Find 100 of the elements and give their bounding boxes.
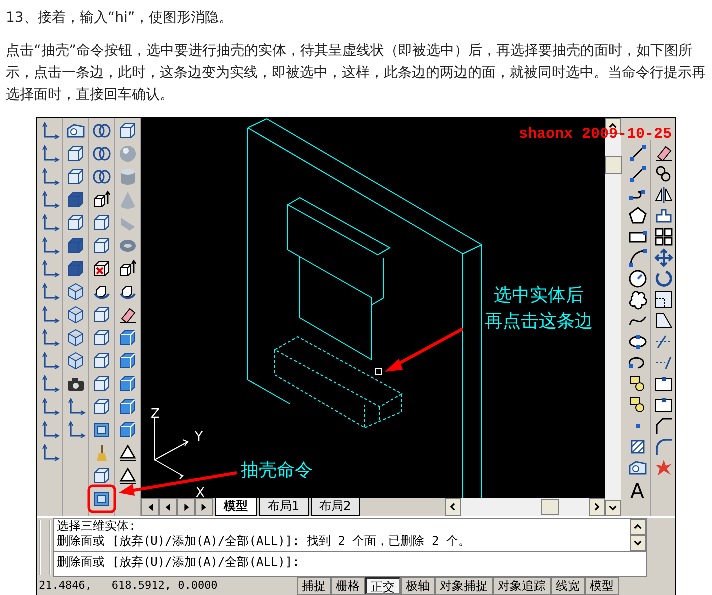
cube-icon[interactable] bbox=[92, 236, 112, 256]
solid-cube-icon[interactable] bbox=[66, 236, 86, 256]
cloud-icon[interactable] bbox=[628, 290, 648, 310]
scroll-up-button[interactable] bbox=[630, 519, 646, 535]
axis-icon[interactable] bbox=[40, 305, 60, 325]
shaded-cube-icon[interactable] bbox=[118, 420, 138, 440]
cube-icon[interactable] bbox=[92, 305, 112, 325]
status-toggle[interactable]: 正交 bbox=[365, 577, 401, 595]
axis-icon[interactable] bbox=[40, 167, 60, 187]
axis-icon[interactable] bbox=[66, 420, 86, 440]
line-icon[interactable] bbox=[628, 164, 648, 184]
scale-icon[interactable] bbox=[654, 290, 674, 310]
status-toggle[interactable]: 捕捉 bbox=[297, 577, 331, 595]
previous-tab-button[interactable] bbox=[159, 498, 177, 516]
break-icon[interactable] bbox=[654, 395, 674, 415]
solid-cube-icon[interactable] bbox=[66, 190, 86, 210]
callout-text: 选中实体后 bbox=[494, 285, 584, 306]
mirror-icon[interactable] bbox=[654, 185, 674, 205]
status-toggle[interactable]: 极轴 bbox=[401, 577, 435, 595]
break-icon[interactable] bbox=[654, 374, 674, 394]
move-arrows-icon[interactable] bbox=[654, 248, 674, 268]
pick-box-icon bbox=[376, 368, 382, 376]
status-toggle[interactable]: 对象捕捉 bbox=[435, 577, 493, 595]
cursor-coordinates: 21.4846, 618.5912, 0.0000 bbox=[38, 578, 219, 594]
shaded-cube-icon[interactable] bbox=[118, 397, 138, 417]
cube-icon[interactable] bbox=[92, 374, 112, 394]
callout-text: 抽壳命令 bbox=[241, 460, 313, 481]
last-tab-button[interactable] bbox=[195, 498, 213, 516]
shaded-cube-icon[interactable] bbox=[118, 328, 138, 348]
first-tab-button[interactable] bbox=[141, 498, 159, 516]
cube-icon[interactable] bbox=[92, 213, 112, 233]
next-tab-button[interactable] bbox=[177, 498, 195, 516]
step-heading: 13、接着，输入“hi”，使图形消隐。 bbox=[6, 9, 234, 28]
axis-icon[interactable] bbox=[66, 397, 86, 417]
axis-icon[interactable] bbox=[40, 190, 60, 210]
grid-icon[interactable] bbox=[654, 227, 674, 247]
axis-label: X bbox=[196, 486, 205, 498]
highlight-outline bbox=[88, 484, 116, 514]
cube-icon[interactable] bbox=[92, 328, 112, 348]
axis-icon[interactable] bbox=[40, 374, 60, 394]
fillet-icon[interactable] bbox=[654, 437, 674, 457]
copy-circles-icon[interactable] bbox=[654, 164, 674, 184]
status-toggle[interactable]: 栅格 bbox=[331, 577, 365, 595]
axis-icon[interactable] bbox=[40, 328, 60, 348]
ucs-axes-drawing bbox=[154, 418, 189, 480]
cube-icon[interactable] bbox=[92, 466, 112, 486]
extrude-icon[interactable] bbox=[92, 190, 112, 210]
arc-icon[interactable] bbox=[628, 248, 648, 268]
line-icon[interactable] bbox=[628, 143, 648, 163]
cube-icon[interactable] bbox=[92, 397, 112, 417]
cube-icon[interactable] bbox=[66, 213, 86, 233]
pentagon-icon[interactable] bbox=[628, 206, 648, 226]
scroll-right-button[interactable] bbox=[589, 498, 605, 516]
shaded-cube-icon[interactable] bbox=[118, 351, 138, 371]
callout-text: 再点击这条边 bbox=[485, 311, 593, 332]
axis-icon[interactable] bbox=[40, 236, 60, 256]
layout-tab[interactable]: 模型 bbox=[215, 498, 257, 516]
scroll-left-button[interactable] bbox=[445, 498, 461, 516]
axis-icon[interactable] bbox=[40, 397, 60, 417]
hexagon-icon[interactable] bbox=[66, 328, 86, 348]
extrude-icon[interactable] bbox=[118, 259, 138, 279]
block-icon[interactable] bbox=[628, 395, 648, 415]
cube-icon[interactable] bbox=[118, 121, 138, 141]
cube-icon[interactable] bbox=[66, 167, 86, 187]
cross-cube-icon[interactable] bbox=[92, 259, 112, 279]
axis-icon[interactable] bbox=[40, 213, 60, 233]
cube-icon[interactable] bbox=[66, 144, 86, 164]
axis-label: Y bbox=[195, 430, 203, 445]
scroll-down-button[interactable] bbox=[630, 535, 646, 551]
text-tool-button[interactable]: A bbox=[626, 479, 648, 501]
rotate-icon[interactable] bbox=[654, 269, 674, 289]
status-toggle[interactable]: 对象追踪 bbox=[493, 577, 551, 595]
cube-icon[interactable] bbox=[92, 351, 112, 371]
axis-icon[interactable] bbox=[40, 144, 60, 164]
axis-icon[interactable] bbox=[40, 282, 60, 302]
hexagon-icon[interactable] bbox=[66, 282, 86, 302]
axis-icon[interactable] bbox=[40, 259, 60, 279]
circle-icon[interactable] bbox=[628, 269, 648, 289]
last-arrow-icon bbox=[200, 502, 208, 512]
axis-icon[interactable] bbox=[40, 351, 60, 371]
status-toggle[interactable]: 线宽 bbox=[551, 577, 585, 595]
shaded-cube-icon[interactable] bbox=[118, 374, 138, 394]
axis-icon[interactable] bbox=[40, 121, 60, 141]
hexagon-icon[interactable] bbox=[66, 305, 86, 325]
status-toggle[interactable]: 模型 bbox=[585, 577, 619, 595]
scroll-down-button[interactable] bbox=[605, 500, 621, 516]
layout-tab[interactable]: 布局1 bbox=[259, 498, 309, 516]
stretch-icon[interactable] bbox=[654, 311, 674, 331]
ellipse-icon[interactable] bbox=[628, 332, 648, 352]
axis-icon[interactable] bbox=[40, 443, 60, 463]
command-grip[interactable] bbox=[39, 520, 51, 575]
command-prompt[interactable]: 删除面或 [放弃(U)/添加(A)/全部(ALL)]: bbox=[54, 552, 646, 570]
axis-icon[interactable] bbox=[40, 420, 60, 440]
layout-tab[interactable]: 布局2 bbox=[310, 498, 360, 516]
scroll-thumb[interactable] bbox=[541, 499, 559, 515]
block-icon[interactable] bbox=[628, 374, 648, 394]
chamfer-icon[interactable] bbox=[654, 416, 674, 436]
solid-cube-icon[interactable] bbox=[66, 259, 86, 279]
scroll-thumb[interactable] bbox=[605, 156, 622, 174]
hexagon-icon[interactable] bbox=[66, 351, 86, 371]
